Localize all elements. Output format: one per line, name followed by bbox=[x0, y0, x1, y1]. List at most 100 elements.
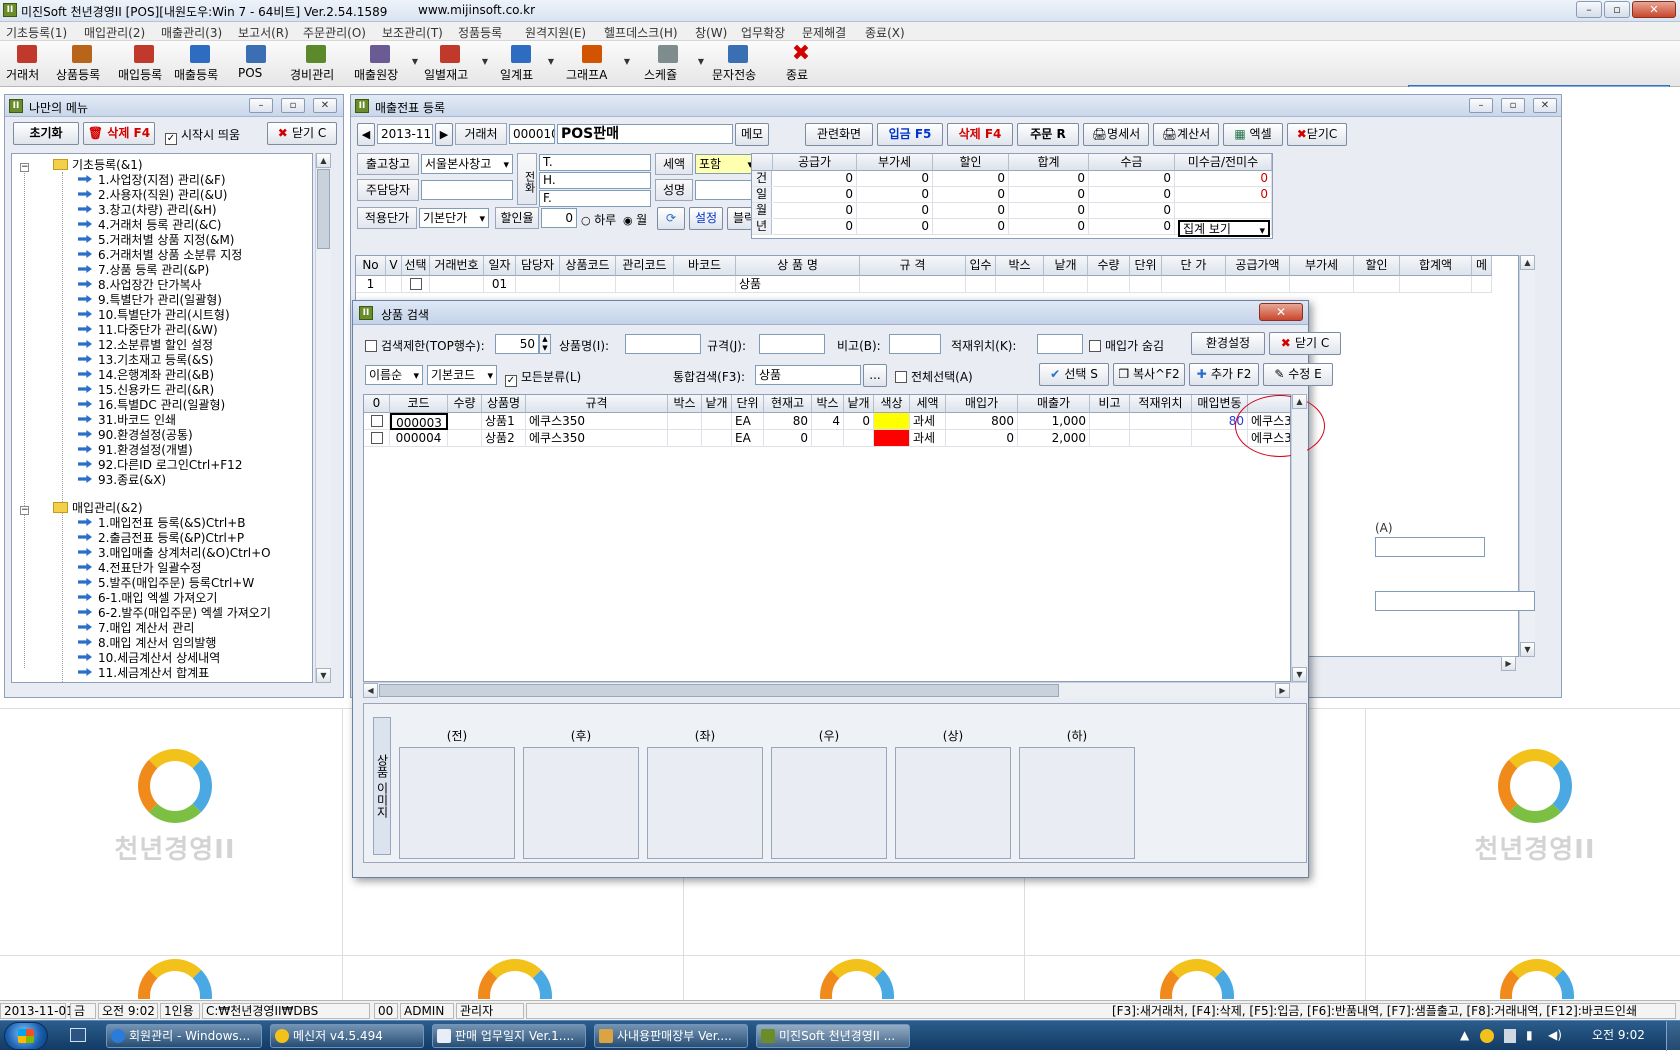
sales-delete-button[interactable]: 삭제 F4 bbox=[947, 123, 1013, 146]
toolbar-sms-button[interactable]: 문자전송 bbox=[712, 43, 764, 85]
toolbar-product-button[interactable]: 상품등록 bbox=[56, 43, 108, 85]
menu-purchase[interactable]: 매입관리(2) bbox=[84, 24, 145, 41]
menu-basic[interactable]: 기초등록(1) bbox=[6, 24, 67, 41]
order-button[interactable]: 주문 R bbox=[1017, 123, 1079, 146]
spin-up-icon[interactable]: ▲ bbox=[542, 335, 547, 343]
settings-button[interactable]: 설정 bbox=[689, 207, 723, 230]
sales-grid-header-cell[interactable]: 규 격 bbox=[860, 256, 966, 276]
product-grid-header-cell[interactable]: 낱개 bbox=[702, 395, 732, 413]
sales-grid-header-cell[interactable]: 메 bbox=[1472, 256, 1492, 276]
location-input[interactable] bbox=[1037, 334, 1083, 354]
side-field[interactable] bbox=[1375, 537, 1485, 557]
sales-minimize-button[interactable]: – bbox=[1469, 98, 1493, 113]
panel-close-button[interactable]: ✕ bbox=[313, 98, 337, 113]
sales-grid-header-cell[interactable]: V bbox=[386, 256, 402, 276]
sales-grid-header-cell[interactable]: 할인 bbox=[1354, 256, 1400, 276]
client-code-field[interactable]: 000010 bbox=[509, 124, 555, 144]
toolbar-purchase-button[interactable]: 매입등록 bbox=[118, 43, 170, 85]
reset-button[interactable]: 초기화 bbox=[13, 122, 79, 145]
sales-grid-header-cell[interactable]: 단위 bbox=[1130, 256, 1162, 276]
note-input[interactable] bbox=[889, 334, 941, 354]
product-grid-header-cell[interactable]: 적재위치 bbox=[1130, 395, 1192, 413]
side-footer-field[interactable] bbox=[1375, 591, 1535, 611]
statement-button[interactable]: 🖨명세서 bbox=[1083, 123, 1149, 146]
checkbox-unchecked-icon[interactable] bbox=[370, 432, 383, 444]
toolbar-client-button[interactable]: 거래처 bbox=[6, 43, 48, 85]
scroll-left-icon[interactable]: ◀ bbox=[363, 683, 378, 698]
product-grid-header-cell[interactable]: 현재고 bbox=[764, 395, 812, 413]
daily-stock-dropdown-icon[interactable]: ▼ bbox=[482, 57, 488, 66]
close-button[interactable]: ✖ 닫기 C bbox=[267, 122, 337, 145]
toolbar-exit-button[interactable]: ✖ 종료 bbox=[786, 43, 816, 85]
row-select-cell[interactable] bbox=[364, 413, 390, 430]
sales-grid-header-cell[interactable]: 낱개 bbox=[1044, 256, 1088, 276]
show-desktop-icon[interactable] bbox=[70, 1028, 86, 1042]
sales-grid-header-cell[interactable]: 합계액 bbox=[1400, 256, 1472, 276]
menu-extension[interactable]: 업무확장 bbox=[741, 24, 785, 41]
sales-grid-header-cell[interactable]: 관리코드 bbox=[616, 256, 674, 276]
sales-grid-header-cell[interactable]: 바코드 bbox=[674, 256, 736, 276]
scroll-up-icon[interactable]: ▲ bbox=[316, 153, 331, 168]
delete-button[interactable]: 🗑 삭제 F4 bbox=[83, 122, 155, 145]
start-button[interactable] bbox=[4, 1022, 48, 1050]
daily-radio[interactable]: ○ 하루 bbox=[581, 211, 616, 228]
summary-view-select[interactable]: 집계 보기 bbox=[1178, 220, 1270, 237]
search-limit-checkbox[interactable]: 검색제한(TOP행수): bbox=[365, 337, 485, 354]
tray-messenger-icon[interactable] bbox=[1480, 1029, 1494, 1043]
menu-window[interactable]: 창(W) bbox=[695, 24, 727, 41]
product-grid-header-cell[interactable]: 상품명 bbox=[482, 395, 526, 413]
tray-volume-icon[interactable]: ◀) bbox=[1548, 1021, 1562, 1051]
window-close-button[interactable]: ✕ bbox=[1632, 1, 1676, 18]
sales-grid-header-cell[interactable]: 수량 bbox=[1088, 256, 1130, 276]
tray-clock[interactable]: 오전 9:02 bbox=[1592, 1021, 1645, 1051]
name-field[interactable] bbox=[695, 180, 757, 200]
product-grid-header-cell[interactable]: 수량 bbox=[448, 395, 482, 413]
table-row[interactable]: 000004 상품2 에쿠스350 EA 0 과세 0 2,000 에쿠스3 bbox=[364, 430, 1290, 447]
sales-grid-header-cell[interactable]: 단 가 bbox=[1162, 256, 1226, 276]
warehouse-label[interactable]: 출고창고 bbox=[357, 153, 419, 175]
toolbar-schedule-button[interactable]: 스케쥴 ▼ bbox=[644, 43, 704, 85]
select-button[interactable]: ✔ 선택 S bbox=[1039, 363, 1109, 386]
sales-grid-header-cell[interactable]: 상 품 명 bbox=[736, 256, 860, 276]
phone-h-field[interactable]: H. bbox=[539, 172, 651, 189]
toolbar-daily-stock-button[interactable]: 일별재고 ▼ bbox=[424, 43, 488, 85]
scroll-right-icon[interactable]: ▶ bbox=[1501, 656, 1516, 671]
restore-button[interactable]: ▫ bbox=[1604, 1, 1630, 18]
product-image-slot[interactable] bbox=[771, 747, 887, 859]
toolbar-daily-report-button[interactable]: 일계표 ▼ bbox=[500, 43, 554, 85]
task-item[interactable]: 회원관리 - Windows... bbox=[106, 1024, 262, 1048]
scroll-up-icon[interactable]: ▲ bbox=[1520, 255, 1535, 270]
client-name-field[interactable]: POS판매 bbox=[557, 124, 733, 144]
scroll-up-icon[interactable]: ▲ bbox=[1292, 394, 1307, 409]
scroll-thumb[interactable] bbox=[317, 169, 330, 249]
product-image-slot[interactable] bbox=[647, 747, 763, 859]
prev-month-button[interactable]: ◀ bbox=[357, 123, 375, 146]
edit-button[interactable]: ✎ 수정 E bbox=[1263, 363, 1333, 386]
toolbar-pos-button[interactable]: POS bbox=[238, 43, 274, 85]
product-image-slot[interactable] bbox=[895, 747, 1011, 859]
checkbox-unchecked-icon[interactable] bbox=[370, 415, 383, 427]
sales-grid-header-cell[interactable]: No bbox=[356, 256, 386, 276]
copy-button[interactable]: ❐ 복사^F2 bbox=[1113, 363, 1185, 386]
scroll-thumb[interactable] bbox=[379, 684, 1059, 697]
refresh-button[interactable]: ⟳ bbox=[657, 207, 685, 230]
tree-item[interactable]: 11.세금계산서 합계표 bbox=[78, 664, 209, 681]
daily-report-dropdown-icon[interactable]: ▼ bbox=[548, 57, 554, 66]
phone-f-field[interactable]: F. bbox=[539, 190, 651, 207]
scroll-down-icon[interactable]: ▼ bbox=[1520, 642, 1535, 657]
product-grid-hscroll[interactable]: ◀ ▶ bbox=[363, 682, 1307, 698]
tray-expand-icon[interactable]: ▲ bbox=[1460, 1021, 1469, 1051]
menu-report[interactable]: 보고서(R) bbox=[238, 24, 289, 41]
product-grid-header-cell[interactable]: 매출가 bbox=[1018, 395, 1090, 413]
row-select-cell[interactable] bbox=[364, 430, 390, 447]
task-item[interactable]: 사내용판매장부 Ver.... bbox=[594, 1024, 748, 1048]
sales-grid-header-cell[interactable]: 부가세 bbox=[1290, 256, 1354, 276]
related-screen-button[interactable]: 관련화면 bbox=[805, 123, 873, 146]
collapse-icon[interactable]: − bbox=[20, 506, 29, 515]
menu-troubleshoot[interactable]: 문제해결 bbox=[802, 24, 846, 41]
tree-item[interactable]: 93.종료(&X) bbox=[78, 471, 166, 488]
menu-order[interactable]: 주문관리(O) bbox=[303, 24, 366, 41]
memo-button[interactable]: 메모 bbox=[735, 123, 769, 146]
tax-select[interactable]: 포함 bbox=[695, 154, 757, 174]
date-field[interactable]: 2013-11 bbox=[377, 124, 433, 144]
